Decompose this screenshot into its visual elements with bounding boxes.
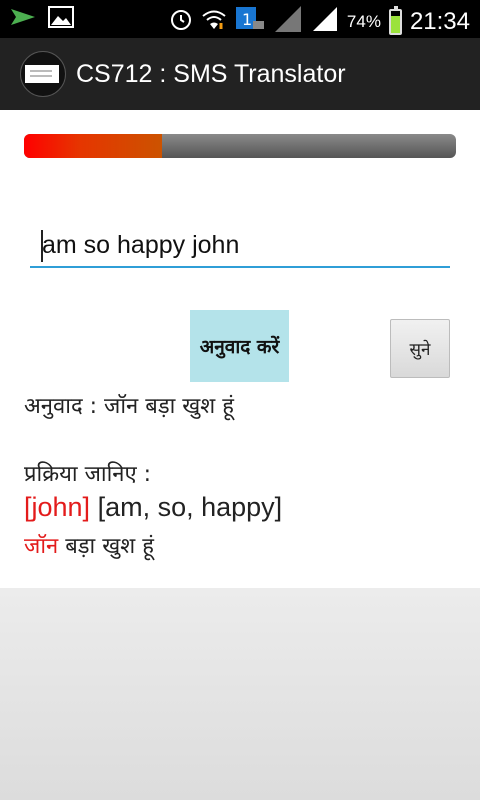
process-name-translation: जॉन	[24, 534, 59, 559]
clock: 21:34	[409, 7, 470, 35]
app-logo-icon[interactable]	[20, 51, 66, 97]
notification-badge-icon: 1	[235, 5, 265, 38]
battery-percent: 74%	[346, 11, 381, 31]
status-bar-left	[10, 6, 74, 33]
progress-bar	[24, 134, 456, 158]
translation-result: अनुवाद : जॉन बड़ा खुश हूं	[24, 394, 234, 419]
status-bar-right: 1 74% 21:34	[169, 4, 470, 39]
process-tokens: [john] [am, so, happy]	[24, 492, 282, 523]
app-title: CS712 : SMS Translator	[76, 59, 346, 88]
listen-button[interactable]: सुने	[390, 319, 450, 378]
process-rest-translation: बड़ा खुश हूं	[58, 534, 154, 559]
alarm-icon	[169, 7, 193, 36]
no-signal-icon	[273, 4, 303, 39]
process-name-token: [john]	[24, 492, 91, 522]
process-output: जॉन बड़ा खुश हूं	[24, 530, 154, 560]
signal-icon	[311, 5, 339, 38]
message-input[interactable]	[30, 228, 450, 268]
wifi-icon	[201, 7, 227, 36]
process-heading: प्रक्रिया जानिए :	[24, 462, 152, 487]
text-cursor	[41, 230, 43, 262]
progress-fill	[24, 134, 163, 158]
gallery-icon	[48, 6, 74, 33]
empty-background	[0, 588, 480, 800]
action-bar: CS712 : SMS Translator	[0, 38, 480, 110]
status-bar: 1 74% 21:34	[0, 0, 480, 38]
translate-button[interactable]: अनुवाद करें	[190, 310, 289, 382]
process-other-tokens: [am, so, happy]	[90, 492, 283, 522]
notification-send-icon	[10, 7, 36, 32]
main-content: अनुवाद करें सुने अनुवाद : जॉन बड़ा खुश ह…	[0, 110, 480, 588]
battery-fill	[390, 16, 400, 33]
battery-icon	[388, 5, 402, 35]
svg-text:1: 1	[242, 10, 252, 29]
